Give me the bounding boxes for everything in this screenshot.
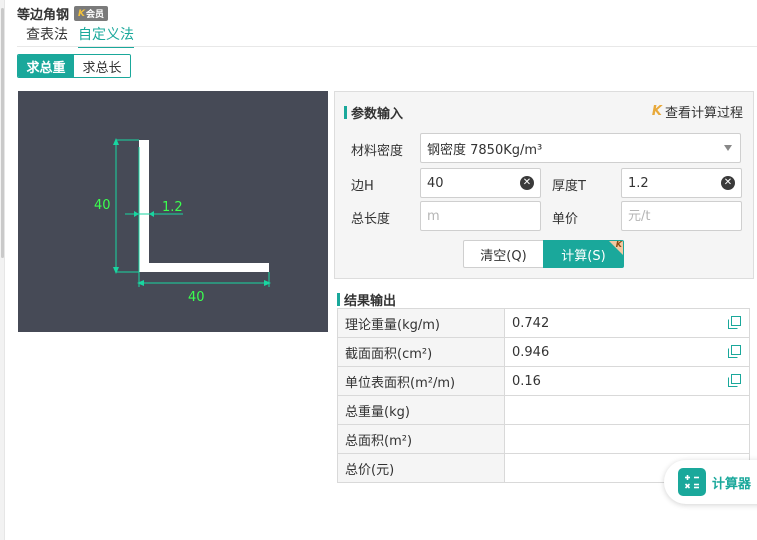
angle-shape [139,140,269,272]
thickness-label: 厚度T [552,179,586,194]
result-value: 0.16 [512,373,541,389]
calculator-float-button[interactable]: 计算器 [664,460,757,504]
section-marker [344,106,347,119]
material-label: 材料密度 [351,144,404,159]
tab-custom[interactable]: 自定义法 [78,24,134,48]
clear-input-icon[interactable]: ✕ [520,176,534,190]
result-value [504,424,750,454]
material-select-value: 钢密度 7850Kg/m³ [427,142,543,158]
edge-h-input[interactable] [427,175,520,191]
height-arrow-top [113,138,119,145]
result-name: 单位表面积(m²/m) [337,366,505,396]
result-value-cell: 0.946 [504,337,750,367]
table-row: 总重量(kg) [337,395,750,425]
unit-price-label: 单价 [552,212,579,227]
vip-k-icon: K [651,104,662,119]
thickness-label: 1.2 [162,200,183,215]
angle-steel-svg: 40 1.2 40 [94,138,271,305]
view-calc-process-link[interactable]: K 查看计算过程 [652,102,743,121]
page-title: 等边角钢 [17,8,70,23]
section-marker [337,293,340,306]
unit-price-field [621,201,742,231]
mode-total-weight-button[interactable]: 求总重 [18,55,74,77]
tabs-divider [17,46,757,47]
calculate-button-label: 计算(S) [561,248,606,264]
result-name: 理论重量(kg/m) [337,308,505,338]
thickness-arrow-right [149,211,154,217]
thickness-input[interactable] [628,175,721,191]
param-title-text: 参数输入 [351,107,404,122]
vip-k-icon: K [615,240,622,249]
chevron-down-icon [724,145,732,151]
total-length-input[interactable] [427,208,534,224]
result-value: 0.742 [512,315,550,331]
table-row: 截面面积(cm²) 0.946 [337,337,750,367]
mode-total-length-button[interactable]: 求总长 [74,55,130,77]
mode-switch: 求总重 求总长 [17,54,131,78]
view-calc-process-text: 查看计算过程 [664,106,743,121]
total-length-label: 总长度 [351,212,391,227]
unit-price-input[interactable] [628,208,735,224]
result-title-text: 结果输出 [344,294,397,309]
copy-icon[interactable] [728,374,741,387]
edge-h-label: 边H [351,179,374,194]
result-section-title: 结果输出 [337,290,396,309]
thickness-field: ✕ [621,168,742,198]
result-name: 截面面积(cm²) [337,337,505,367]
left-scrollbar[interactable] [0,0,5,540]
table-row: 理论重量(kg/m) 0.742 [337,308,750,338]
calculator-icon [678,468,706,496]
tab-table-lookup[interactable]: 查表法 [26,24,68,48]
scrollbar-thumb[interactable] [1,8,4,258]
result-value-cell: 0.16 [504,366,750,396]
calculator-label: 计算器 [712,476,752,492]
width-arrow-right [264,280,271,286]
edge-h-field: ✕ [420,168,541,198]
result-value-cell: 0.742 [504,308,750,338]
width-label: 40 [188,290,205,305]
height-arrow-bottom [113,267,119,274]
height-label: 40 [94,198,111,213]
param-section-title: 参数输入 [344,103,403,122]
calculate-button[interactable]: 计算(S) K [543,240,624,268]
result-value [504,395,750,425]
vip-badge: K 会员 [74,6,109,21]
table-row: 总面积(m²) [337,424,750,454]
table-row: 单位表面积(m²/m) 0.16 [337,366,750,396]
copy-icon[interactable] [728,316,741,329]
vip-k-icon: K [78,8,85,19]
clear-button[interactable]: 清空(Q) [463,240,544,268]
angle-steel-diagram: 40 1.2 40 [18,91,328,332]
clear-input-icon[interactable]: ✕ [721,176,735,190]
result-name: 总面积(m²) [337,424,505,454]
app-title-row: 等边角钢 K 会员 [17,4,109,23]
result-table: 理论重量(kg/m) 0.742 截面面积(cm²) 0.946 单位表面积(m… [337,308,750,483]
method-tabs: 查表法 自定义法 [26,24,134,48]
vip-badge-text: 会员 [86,10,105,20]
material-select[interactable]: 钢密度 7850Kg/m³ [420,133,741,163]
width-arrow-left [137,280,144,286]
result-name: 总价(元) [337,453,505,483]
result-name: 总重量(kg) [337,395,505,425]
thickness-arrow-left [134,211,139,217]
copy-icon[interactable] [728,345,741,358]
result-value: 0.946 [512,344,550,360]
total-length-field [420,201,541,231]
